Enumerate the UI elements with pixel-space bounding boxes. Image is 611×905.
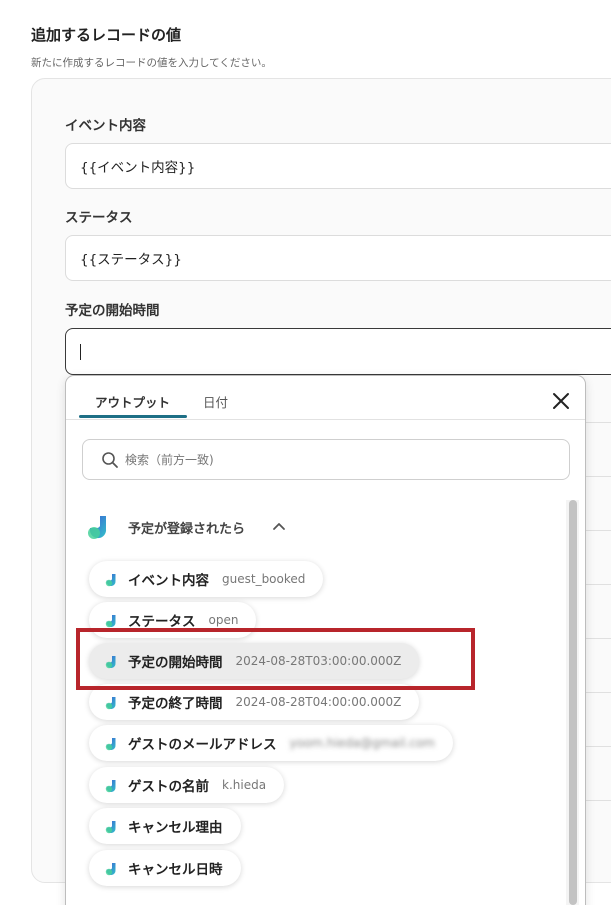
background-row-line [586,422,611,423]
app-logo-icon [104,695,118,710]
background-table-edge [586,375,611,885]
output-chip-event-content[interactable]: イベント内容 guest_booked [89,561,324,597]
chevron-up-icon[interactable] [272,520,286,532]
background-row-line [586,476,611,477]
annotation-highlight-box [76,628,475,690]
background-row-line [586,584,611,585]
output-chip-label: キャンセル理由 [128,820,223,836]
output-chip-guest-name[interactable]: ゲストの名前 k.hieda [89,767,285,803]
background-row-line [586,638,611,639]
active-tab-indicator [79,415,187,418]
output-chip-value: guest_booked [222,572,306,586]
tab-divider [66,419,585,420]
output-chip-cancel-reason[interactable]: キャンセル理由 [89,808,241,844]
output-chip-label: ゲストのメールアドレス [128,737,277,753]
output-chip-label: ステータス [128,614,196,630]
close-dropdown-button[interactable] [550,390,572,412]
background-row-line [586,800,611,801]
tab-date[interactable]: 日付 [203,392,228,411]
tab-output[interactable]: アウトプット [95,392,170,411]
status-input[interactable]: {{ステータス}} [65,235,611,281]
trigger-group-label[interactable]: 予定が登録されたら [128,518,245,537]
app-logo-icon [104,572,118,587]
close-icon [553,393,569,409]
output-chip-value: open [208,613,239,627]
field-label-event-content: イベント内容 [65,118,146,134]
output-chip-value: k.hieda [222,778,267,792]
text-caret [80,343,81,360]
section-description: 新たに作成するレコードの値を入力してください。 [31,57,272,69]
app-logo-icon [104,778,118,793]
output-chip-value: 2024-08-28T04:00:00.000Z [235,695,402,709]
app-logo-icon [104,736,118,751]
app-logo-icon [88,516,107,539]
app-logo-icon [104,861,118,876]
scrollbar-thumb[interactable] [569,500,577,905]
output-chip-value: yoom.hieda@gmail.com [289,736,435,750]
search-input[interactable]: 検索（前方一致) [82,439,570,480]
field-label-status: ステータス [65,210,133,226]
output-chip-cancel-datetime[interactable]: キャンセル日時 [89,850,241,886]
output-chip-label: キャンセル日時 [128,862,223,878]
background-row-line [586,692,611,693]
search-placeholder: 検索（前方一致) [125,453,214,467]
event-content-input[interactable]: {{イベント内容}} [65,143,611,189]
background-row-line [586,746,611,747]
field-label-start-time: 予定の開始時間 [65,303,160,319]
search-icon [102,451,118,468]
output-chip-guest-email[interactable]: ゲストのメールアドレス yoom.hieda@gmail.com [89,725,453,761]
event-content-value: {{イベント内容}} [80,160,196,176]
background-row-line [586,530,611,531]
output-chip-label: ゲストの名前 [128,779,209,795]
status-value: {{ステータス}} [80,252,182,268]
app-logo-icon [104,613,118,628]
section-title: 追加するレコードの値 [31,26,182,44]
app-logo-icon [104,819,118,834]
output-chip-label: イベント内容 [128,573,209,589]
output-chip-label: 予定の終了時間 [128,696,223,712]
start-time-input[interactable] [65,328,611,375]
